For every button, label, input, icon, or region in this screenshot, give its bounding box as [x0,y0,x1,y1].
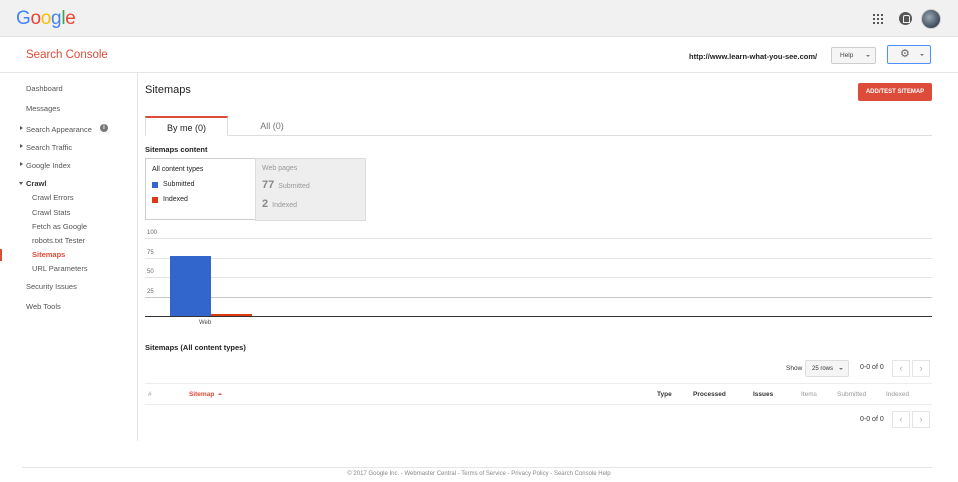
chart-gridline [145,257,932,259]
sidebar-item-crawl[interactable]: Crawl [26,179,46,188]
web-indexed-label: Indexed [272,202,298,209]
tab-by-me[interactable]: By me (0) [145,116,228,136]
logo-letter: o [40,8,52,29]
all-content-types-label: All content types [152,166,204,173]
app-title[interactable]: Search Console [26,49,108,61]
bar-submitted[interactable] [170,255,211,316]
sitemaps-content-title: Sitemaps content [145,145,208,154]
prev-page-button-bottom[interactable]: ‹ [892,411,910,428]
y-tick-label: 50 [147,269,154,275]
legend-indexed: Indexed [152,196,188,203]
sidebar-item-search-appearance[interactable]: Search Appearance [26,125,92,134]
column-index: # [148,391,152,398]
settings-dropdown-button[interactable]: ⚙ [887,45,931,64]
tab-all[interactable]: All (0) [232,116,312,136]
chart-gridline [145,277,932,278]
y-tick-label: 25 [147,288,154,295]
bar-indexed[interactable] [211,314,252,316]
logo-letter: e [65,8,76,29]
chevron-down-icon [920,54,924,56]
sidebar-item-messages[interactable]: Messages [26,104,60,113]
web-submitted-count: 77 [262,179,275,191]
sidebar-item-sitemaps[interactable]: Sitemaps [32,250,65,259]
chevron-down-icon [839,368,843,370]
footer-links[interactable]: © 2017 Google Inc. - Webmaster Central -… [0,471,958,477]
header-divider [0,72,958,73]
y-tick-label: 75 [147,249,154,256]
sidebar-item-crawl-stats[interactable]: Crawl Stats [32,208,70,217]
column-submitted: Submitted [837,391,867,398]
sitemaps-bar-chart: 100 75 50 25 Web [145,230,932,332]
sidebar-item-fetch-as-google[interactable]: Fetch as Google [32,222,87,231]
show-label: Show [786,365,803,372]
info-icon[interactable]: i [100,124,108,132]
column-items: Items [801,391,817,398]
web-pages-label: Web pages [262,165,298,172]
chart-x-axis [145,316,932,317]
sidebar-item-google-index[interactable]: Google Index [26,161,71,170]
chart-gridline [145,296,932,298]
help-dropdown-button[interactable]: Help [831,47,876,64]
help-label: Help [840,52,854,59]
column-sitemap-label: Sitemap [189,391,215,398]
active-item-marker [0,249,2,261]
apps-grid-icon[interactable] [873,14,883,24]
google-logo[interactable]: Google [16,8,76,30]
prev-page-button[interactable]: ‹ [892,360,910,377]
legend-indexed-label: Indexed [163,196,188,203]
sitemaps-table-title: Sitemaps (All content types) [145,343,246,352]
expand-arrow-icon[interactable] [20,126,23,130]
sidebar-item-url-parameters[interactable]: URL Parameters [32,264,88,273]
gear-icon: ⚙ [900,48,910,60]
sidebar-item-crawl-errors[interactable]: Crawl Errors [32,193,74,202]
sidebar-item-search-traffic[interactable]: Search Traffic [26,143,72,152]
column-sitemap[interactable]: Sitemap [189,391,223,398]
pagination-range-bottom: 0-0 of 0 [860,416,884,423]
column-processed[interactable]: Processed [693,391,726,398]
chart-gridline [145,238,932,239]
web-indexed-stat: 2 Indexed [262,198,297,210]
collapse-arrow-icon[interactable] [19,182,23,185]
sidebar-item-dashboard[interactable]: Dashboard [26,84,63,93]
rows-per-page-value: 25 rows [812,366,834,372]
sidebar-item-web-tools[interactable]: Web Tools [26,302,61,311]
column-issues[interactable]: Issues [753,391,773,398]
page-title: Sitemaps [145,84,191,96]
web-submitted-label: Submitted [278,183,310,190]
sidebar-item-robots-tester[interactable]: robots.txt Tester [32,236,85,245]
pagination-range: 0-0 of 0 [860,364,884,371]
expand-arrow-icon[interactable] [20,162,23,166]
sitemaps-table-header: # Sitemap Type Processed Issues Items Su… [145,383,932,405]
top-bar: Google [0,0,958,37]
sort-ascending-icon [218,393,223,396]
rows-per-page-select[interactable]: 25 rows [805,360,849,377]
indexed-swatch [152,197,158,203]
add-test-sitemap-button[interactable]: ADD/TEST SITEMAP [858,83,932,101]
web-pages-card[interactable]: Web pages 77 Submitted 2 Indexed [255,158,366,221]
logo-letter: G [16,8,31,29]
column-indexed: Indexed [886,391,910,398]
legend-submitted-label: Submitted [163,181,195,188]
footer-divider [22,467,932,468]
site-url[interactable]: http://www.learn-what-you-see.com/ [689,52,817,61]
logo-letter: o [30,8,41,29]
next-page-button[interactable]: › [912,360,930,377]
chevron-down-icon [866,55,870,57]
x-tick-label: Web [199,320,212,326]
notifications-bell-icon[interactable] [899,12,912,25]
web-submitted-stat: 77 Submitted [262,179,310,191]
account-avatar[interactable] [921,9,941,29]
column-type[interactable]: Type [657,391,672,398]
sidebar-item-security-issues[interactable]: Security Issues [26,282,77,291]
web-indexed-count: 2 [262,198,269,210]
submitted-swatch [152,182,158,188]
logo-letter: g [51,8,62,29]
expand-arrow-icon[interactable] [20,144,23,148]
next-page-button-bottom[interactable]: › [912,411,930,428]
all-content-types-card[interactable]: All content types Submitted Indexed [145,158,255,220]
y-tick-label: 100 [147,230,158,236]
legend-submitted: Submitted [152,181,195,188]
